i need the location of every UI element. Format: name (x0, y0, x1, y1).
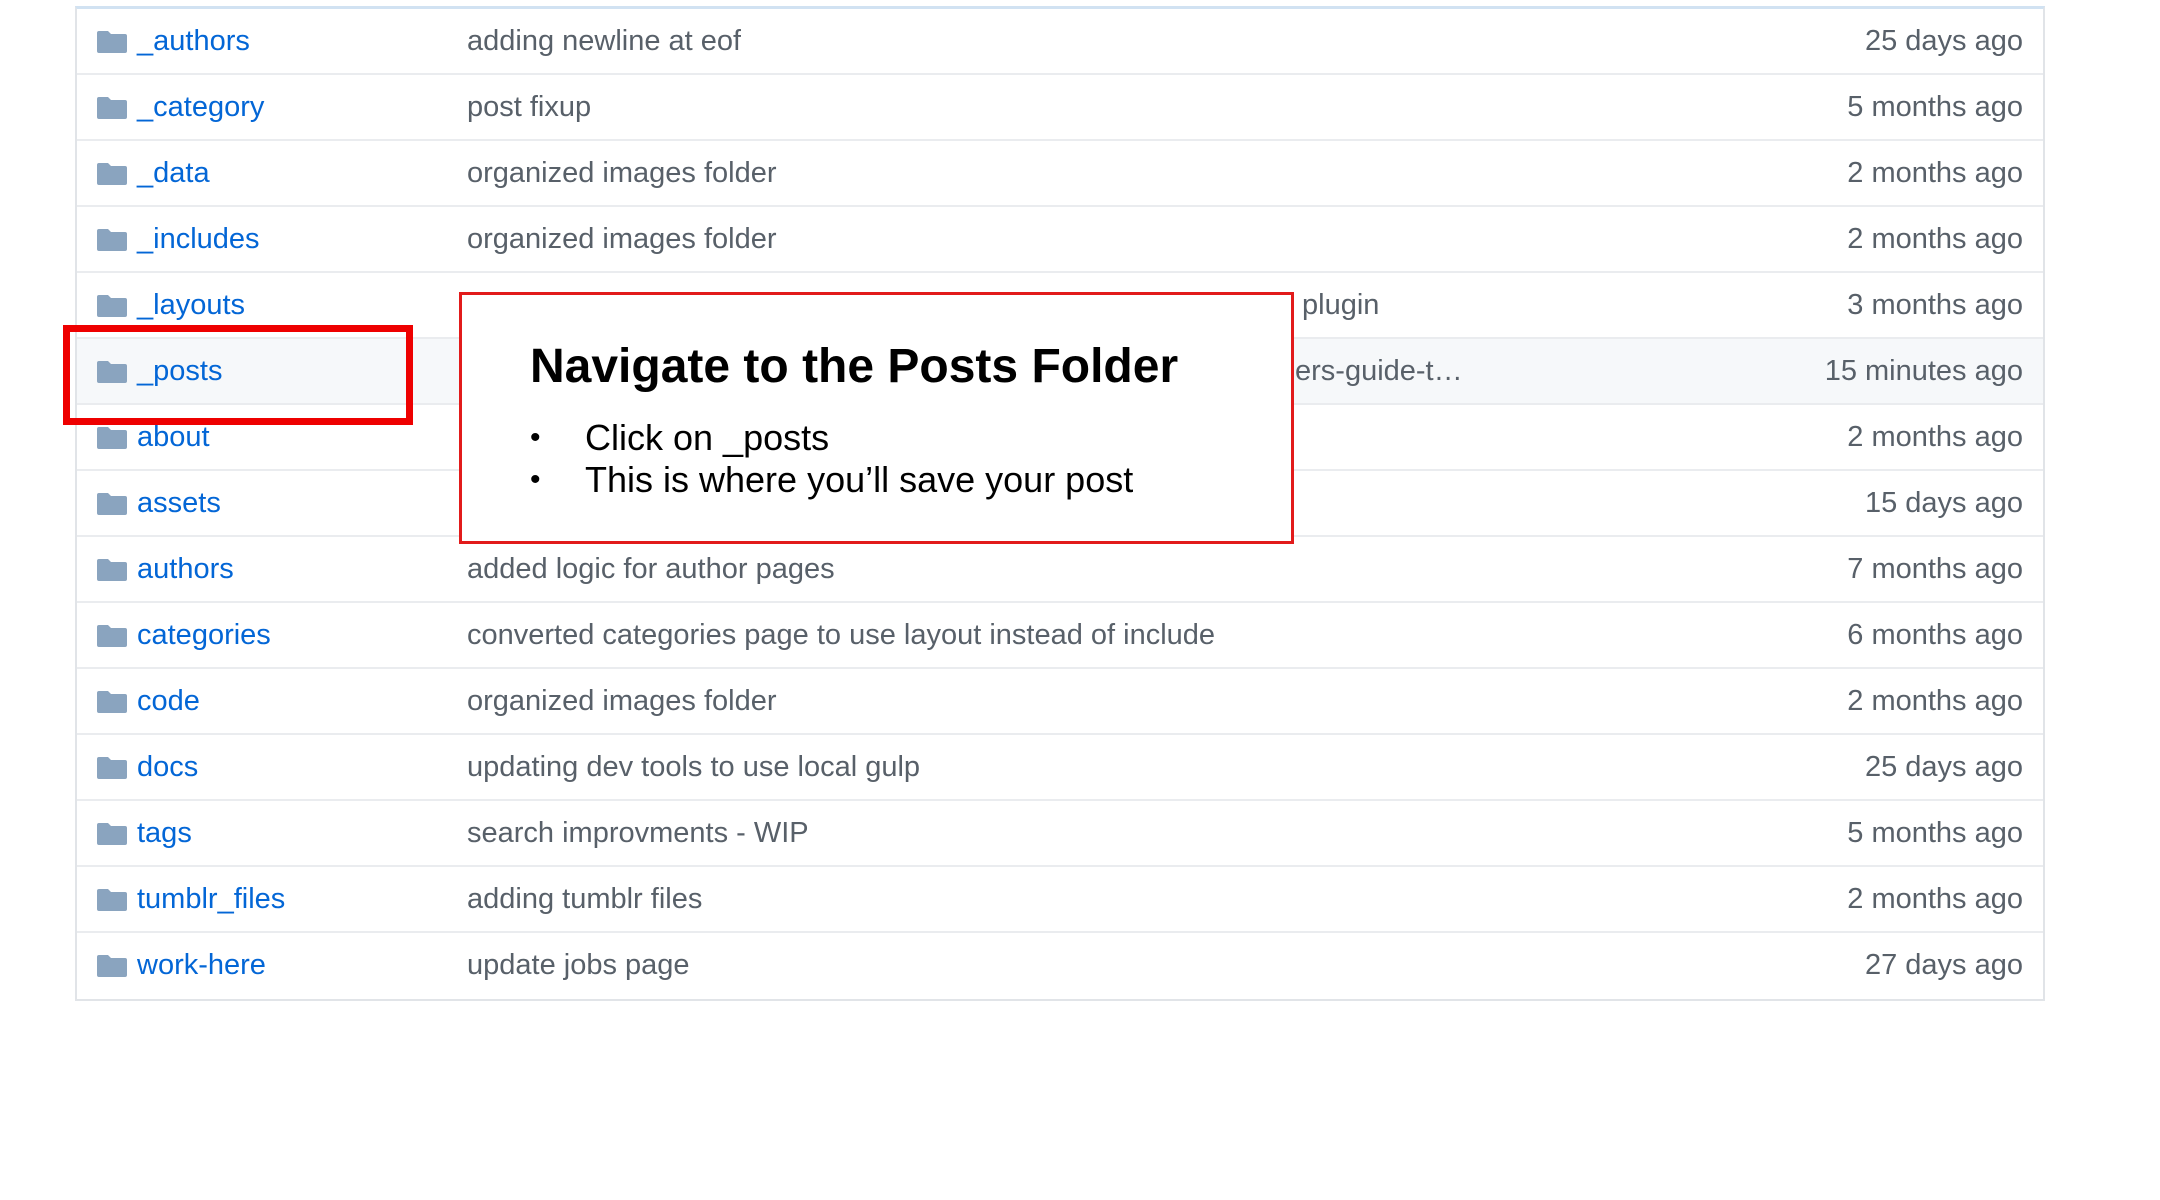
commit-message-link[interactable]: organized images folder (467, 221, 777, 257)
commit-age: 6 months ago (1847, 619, 2023, 651)
commit-age: 2 months ago (1847, 421, 2023, 453)
file-name-link[interactable]: docs (137, 749, 198, 785)
commit-age: 5 months ago (1847, 91, 2023, 123)
commit-age: 15 days ago (1864, 487, 2023, 519)
commit-age: 25 days ago (1864, 751, 2023, 783)
folder-icon (97, 955, 127, 977)
file-row-authors[interactable]: authors added logic for author pages 7 m… (77, 537, 2043, 603)
commit-age: 2 months ago (1847, 883, 2023, 915)
file-row-includes[interactable]: _includes organized images folder 2 mont… (77, 207, 2043, 273)
file-row-authors-underscore[interactable]: _authors adding newline at eof 25 days a… (77, 9, 2043, 75)
file-row-work-here[interactable]: work-here update jobs page 27 days ago (77, 933, 2043, 999)
folder-icon (97, 493, 127, 515)
file-name-link[interactable]: _data (137, 155, 210, 191)
commit-age: 5 months ago (1847, 817, 2023, 849)
callout-bullet-item: • This is where you’ll save your post (530, 459, 1133, 501)
file-name-link[interactable]: code (137, 683, 200, 719)
commit-message-link[interactable]: adding tumblr files (467, 881, 702, 917)
instruction-callout: Navigate to the Posts Folder • Click on … (459, 292, 1294, 544)
commit-age: 2 months ago (1847, 223, 2023, 255)
file-row-docs[interactable]: docs updating dev tools to use local gul… (77, 735, 2043, 801)
commit-message-link[interactable]: adding newline at eof (467, 23, 741, 59)
commit-message-link[interactable]: updating dev tools to use local gulp (467, 749, 920, 785)
commit-message-link[interactable]: plugin (1302, 287, 1379, 323)
folder-icon (97, 757, 127, 779)
commit-age: 2 months ago (1847, 685, 2023, 717)
bullet-glyph: • (530, 463, 541, 496)
folder-icon (97, 361, 127, 383)
file-row-code[interactable]: code organized images folder 2 months ag… (77, 669, 2043, 735)
file-row-data[interactable]: _data organized images folder 2 months a… (77, 141, 2043, 207)
file-name-link[interactable]: _posts (137, 353, 222, 389)
file-name-link[interactable]: authors (137, 551, 234, 587)
file-row-category[interactable]: _category post fixup 5 months ago (77, 75, 2043, 141)
callout-bullet-text: Click on _posts (585, 417, 830, 458)
file-name-link[interactable]: categories (137, 617, 271, 653)
folder-icon (97, 295, 127, 317)
file-row-tags[interactable]: tags search improvments - WIP 5 months a… (77, 801, 2043, 867)
callout-title: Navigate to the Posts Folder (530, 340, 1179, 393)
commit-message-link[interactable]: ers-guide-t… (1295, 353, 1463, 389)
file-name-link[interactable]: about (137, 419, 210, 455)
file-name-link[interactable]: tags (137, 815, 192, 851)
folder-icon (97, 625, 127, 647)
commit-age: 25 days ago (1864, 25, 2023, 57)
file-name-link[interactable]: _authors (137, 23, 250, 59)
commit-age: 27 days ago (1864, 949, 2023, 981)
commit-age: 7 months ago (1847, 553, 2023, 585)
commit-age: 2 months ago (1847, 157, 2023, 189)
commit-message-link[interactable]: converted categories page to use layout … (467, 617, 1215, 653)
commit-message-link[interactable]: organized images folder (467, 683, 777, 719)
folder-icon (97, 229, 127, 251)
commit-message-link[interactable]: added logic for author pages (467, 551, 835, 587)
folder-icon (97, 889, 127, 911)
file-name-link[interactable]: _layouts (137, 287, 245, 323)
file-name-link[interactable]: assets (137, 485, 221, 521)
callout-bullet-text: This is where you’ll save your post (585, 459, 1134, 500)
folder-icon (97, 823, 127, 845)
commit-message-link[interactable]: organized images folder (467, 155, 777, 191)
callout-bullet-list: • Click on _posts • This is where you’ll… (530, 417, 1133, 501)
callout-bullet-item: • Click on _posts (530, 417, 1133, 459)
file-name-link[interactable]: tumblr_files (137, 881, 285, 917)
commit-message-link[interactable]: update jobs page (467, 947, 690, 983)
file-name-link[interactable]: _includes (137, 221, 260, 257)
file-name-link[interactable]: work-here (137, 947, 266, 983)
commit-message-link[interactable]: post fixup (467, 89, 591, 125)
commit-message-link[interactable]: search improvments - WIP (467, 815, 809, 851)
file-name-link[interactable]: _category (137, 89, 264, 125)
folder-icon (97, 163, 127, 185)
file-row-tumblr-files[interactable]: tumblr_files adding tumblr files 2 month… (77, 867, 2043, 933)
folder-icon (97, 31, 127, 53)
folder-icon (97, 97, 127, 119)
file-row-categories[interactable]: categories converted categories page to … (77, 603, 2043, 669)
commit-age: 15 minutes ago (1824, 355, 2023, 387)
folder-icon (97, 691, 127, 713)
folder-icon (97, 559, 127, 581)
bullet-glyph: • (530, 421, 541, 454)
folder-icon (97, 427, 127, 449)
commit-age: 3 months ago (1847, 289, 2023, 321)
